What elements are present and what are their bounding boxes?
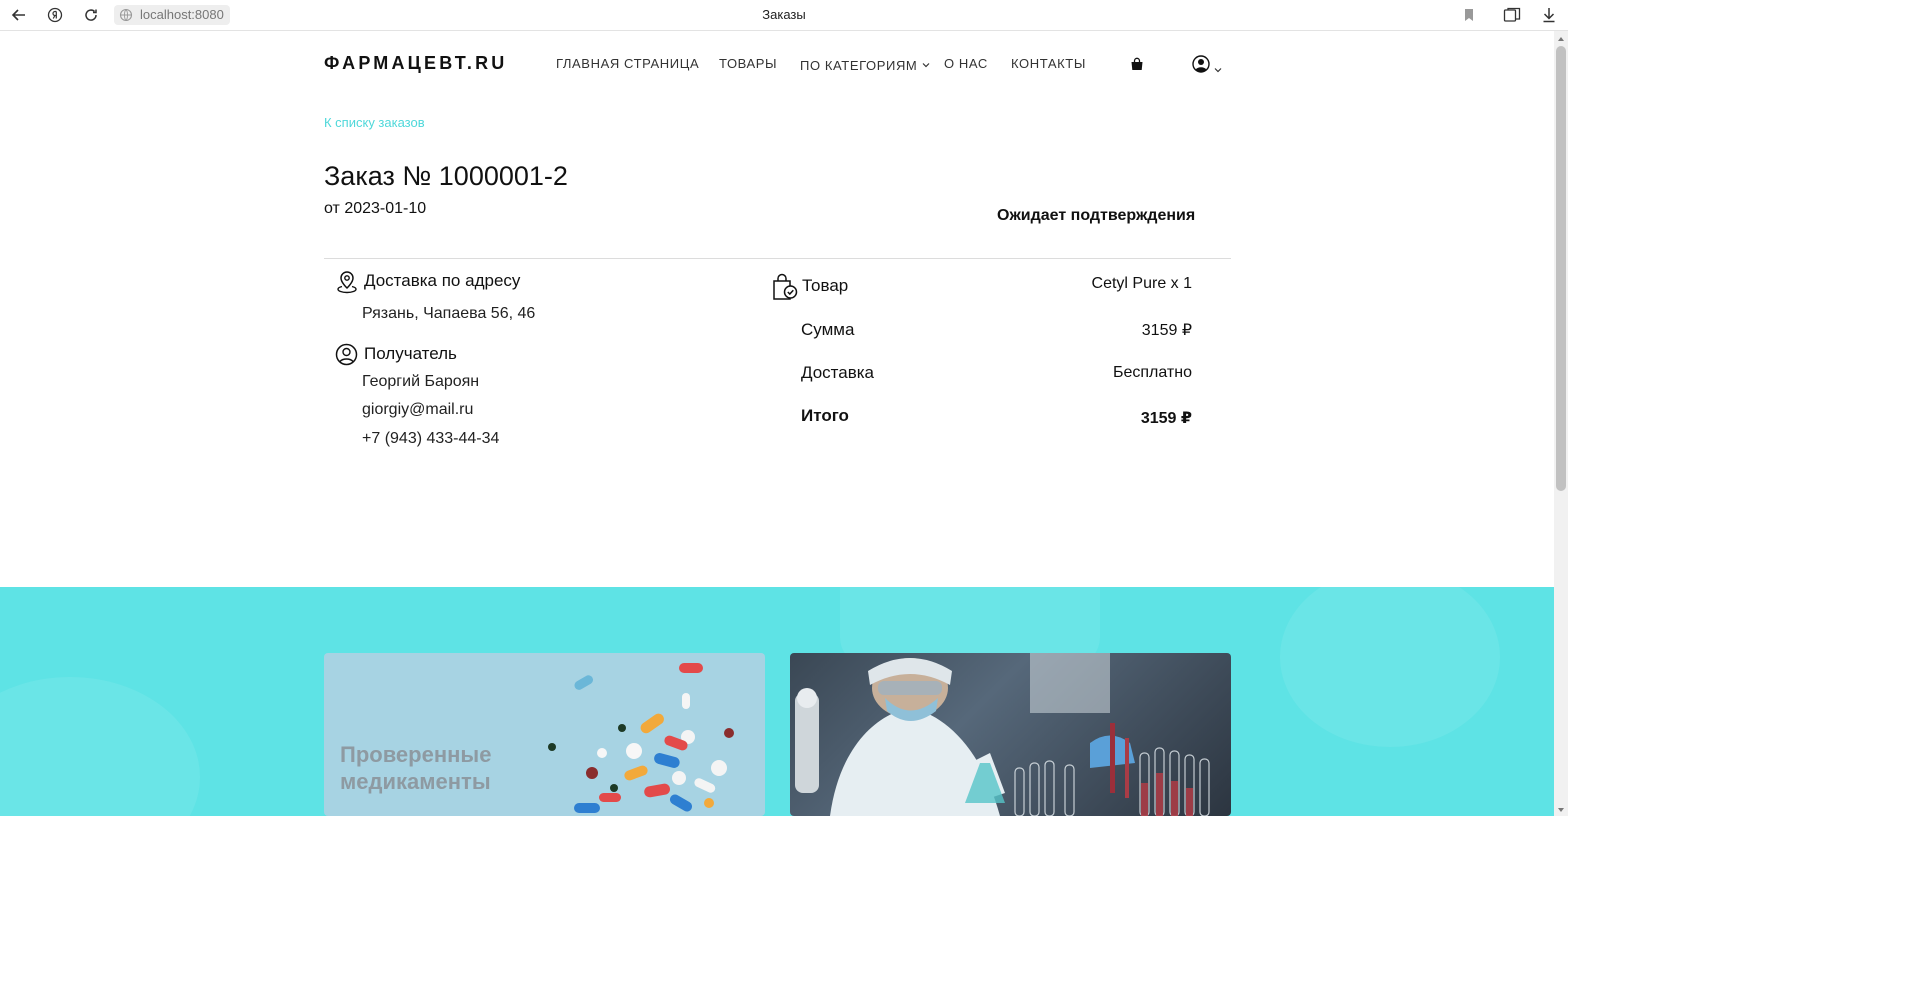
yandex-icon[interactable] [44, 4, 66, 26]
nav-categories[interactable]: ПО КАТЕГОРИЯМ [800, 56, 930, 73]
recipient-phone: +7 (943) 433-44-34 [362, 430, 500, 447]
delivery-address: Рязань, Чапаева 56, 46 [362, 305, 536, 322]
collections-icon[interactable] [1501, 4, 1523, 26]
url-text: localhost:8080 [140, 7, 224, 22]
download-icon[interactable] [1538, 4, 1560, 26]
divider [324, 258, 1231, 259]
bookmark-icon[interactable] [1458, 4, 1480, 26]
product-label: Товар [802, 276, 849, 295]
delivery-cost-value: Бесплатно [1112, 364, 1192, 381]
promo-card-title: Проверенные медикаменты [340, 742, 492, 794]
recipient-email: giorgiy@mail.ru [362, 401, 474, 418]
scroll-up-icon[interactable] [1558, 37, 1564, 41]
scrollbar[interactable] [1554, 31, 1568, 816]
browser-toolbar: localhost:8080 Заказы [0, 0, 1568, 31]
reload-icon[interactable] [80, 4, 102, 26]
recipient-name: Георгий Бароян [362, 373, 480, 390]
banner-decoration [0, 677, 200, 816]
promo-banner: Проверенные медикаменты [0, 587, 1554, 816]
site-logo[interactable]: ФАРМАЦЕВТ.RU [324, 53, 508, 74]
user-account-icon[interactable] [1192, 55, 1210, 78]
map-pin-icon [336, 270, 358, 299]
promo-card-laboratory[interactable] [790, 653, 1231, 816]
sum-value: 3159 ₽ [1141, 322, 1192, 339]
scrollbar-thumb[interactable] [1556, 46, 1566, 491]
back-to-orders-link[interactable]: К списку заказов [324, 115, 425, 130]
user-circle-icon [335, 343, 358, 371]
order-date: от 2023-01-10 [324, 200, 427, 217]
nav-categories-label: ПО КАТЕГОРИЯМ [800, 58, 918, 73]
site-info-icon [119, 8, 133, 28]
chevron-down-icon [922, 56, 930, 71]
cart-icon[interactable] [1130, 57, 1144, 76]
back-arrow-icon[interactable] [8, 4, 30, 26]
promo-card-medicines[interactable]: Проверенные медикаменты [324, 653, 765, 816]
recipient-label: Получатель [364, 344, 457, 363]
nav-home[interactable]: ГЛАВНАЯ СТРАНИЦА [556, 56, 699, 71]
total-value: 3159 ₽ [1140, 410, 1192, 427]
tab-title: Заказы [762, 7, 806, 22]
scroll-down-icon[interactable] [1558, 808, 1564, 812]
banner-decoration [1280, 587, 1500, 747]
delivery-label: Доставка по адресу [364, 271, 521, 290]
nav-about[interactable]: О НАС [944, 56, 988, 71]
sum-label: Сумма [801, 320, 855, 339]
order-title: Заказ № 1000001-2 [324, 161, 568, 191]
nav-contacts[interactable]: КОНТАКТЫ [1011, 56, 1086, 71]
order-status: Ожидает подтверждения [997, 207, 1196, 224]
laboratory-image [795, 653, 1210, 816]
nav-products[interactable]: ТОВАРЫ [719, 56, 777, 71]
address-bar[interactable]: localhost:8080 [114, 5, 230, 25]
delivery-cost-label: Доставка [801, 363, 875, 382]
shopping-bag-check-icon [771, 273, 799, 306]
account-chevron-icon[interactable] [1214, 60, 1222, 78]
total-label: Итого [801, 406, 849, 425]
product-value: Cetyl Pure x 1 [1091, 275, 1192, 292]
